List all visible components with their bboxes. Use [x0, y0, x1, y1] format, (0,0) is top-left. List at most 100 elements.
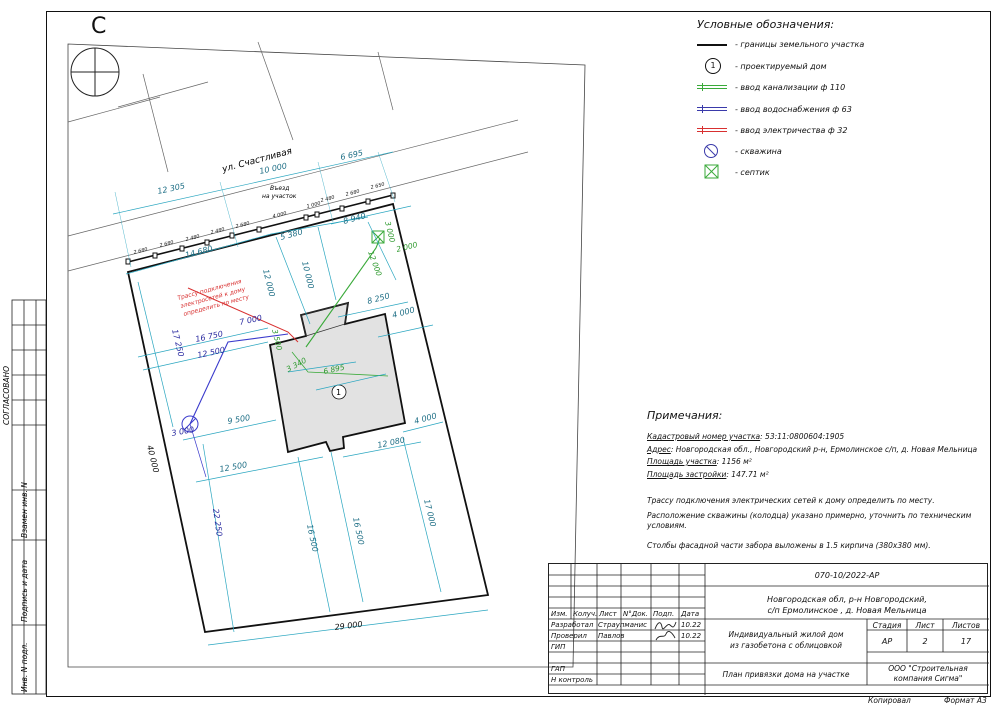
dim-6695: 6 695	[340, 148, 364, 162]
stamp-location-2: с/п Ермолинское , д. Новая Мельница	[767, 606, 927, 615]
dim-10000b: 10 000	[300, 260, 316, 289]
object-name-2: из газобетона с облицовкой	[730, 641, 842, 650]
side-stamp: СОГЛАСОВАНО Взамен инв. N Подпись и дата…	[2, 299, 47, 695]
format-label: Формат А3	[944, 696, 987, 705]
dim-bounds	[114, 151, 396, 268]
legend-item-well: - скважина	[697, 142, 782, 160]
inv-orig-label: Инв. N подл.	[20, 642, 29, 692]
house-number-circle-icon: 1	[697, 58, 729, 74]
stamp-code: 070-10/2022-АР	[814, 571, 880, 580]
dim-17250: 17 250	[170, 328, 186, 357]
stage-value: АР	[881, 637, 893, 646]
header-sheet: Лист	[915, 621, 935, 630]
notes-title: Примечания:	[647, 409, 723, 422]
area-label: Площадь участка	[647, 457, 717, 466]
address-value: : Новгородская обл., Новгородский р-н, Е…	[670, 444, 978, 454]
dim-16750: 16 750	[195, 329, 224, 344]
legend-item-boundary: - границы земельного участка	[697, 35, 864, 53]
fence-dim: 1 000	[306, 201, 321, 210]
dim-4000a: 4 000	[391, 305, 415, 320]
dim-9500: 9 500	[227, 413, 251, 426]
dim-12500b: 12 500	[219, 460, 248, 474]
role-checker: Проверил	[551, 632, 587, 640]
well-circle-icon	[697, 143, 729, 159]
sheet-value: 2	[922, 637, 928, 646]
role-ncontrol: Н контроль	[551, 676, 593, 684]
note-well: Расположение скважины (колодца) указано …	[647, 510, 972, 530]
dim-22250: 22 250	[211, 508, 224, 537]
house-outline	[268, 301, 407, 454]
legend-item-sewer: - ввод канализации ф 110	[697, 78, 845, 96]
fence-posts	[125, 192, 396, 265]
legend-item-house: 1 - проектируемый дом	[697, 57, 827, 75]
dim-16500b: 16 500	[351, 517, 366, 546]
dim-3000b: 3 000	[171, 425, 195, 438]
dim-12000a: 12 000	[261, 268, 277, 297]
dim-12000b: 12 000	[366, 250, 384, 278]
fence-dim: 2 480	[185, 234, 200, 243]
note-power: Трассу подключения электрических сетей к…	[647, 496, 935, 505]
copied-label: Копировал	[868, 696, 911, 705]
agreed-label: СОГЛАСОВАНО	[2, 366, 11, 425]
header-podp: Подп.	[653, 610, 675, 618]
date-developer: 10.22	[681, 621, 702, 629]
fence-dim: 2 480	[210, 227, 225, 236]
name-checker: Павлов	[598, 632, 625, 640]
dim-8250: 8 250	[366, 291, 390, 306]
dim-29000: 29 000	[334, 620, 363, 632]
building-area-label: Площадь застройки	[647, 469, 727, 479]
name-developer: Страупманис	[598, 621, 647, 629]
header-izm: Изм.	[551, 610, 568, 618]
drawing-name: План привязки дома на участке	[722, 670, 850, 679]
plot-boundary-line-icon	[697, 36, 729, 52]
fence-dim: 2 680	[235, 221, 250, 230]
dim-8940: 8 940	[342, 211, 366, 226]
header-data: Дата	[681, 610, 700, 618]
dim-4000b: 4 000	[413, 411, 437, 426]
header-koluch: Колуч.	[573, 610, 598, 618]
legend-item-water: - ввод водоснабжения ф 63	[697, 100, 852, 118]
area-value: : 1156 м²	[716, 457, 752, 466]
role-gap: ГАП	[551, 665, 565, 673]
cadastral-label: Кадастровый номер участка	[647, 432, 761, 441]
replaces-label: Взамен инв. N	[20, 482, 29, 538]
entry-label-1: Въезд	[270, 185, 289, 192]
dim-7000: 7 000	[239, 313, 263, 327]
sign-date-label: Подпись и дата	[20, 559, 29, 622]
signature-checker	[655, 631, 676, 641]
power-line-icon	[697, 122, 729, 138]
septic-box-icon	[697, 164, 729, 180]
dim-12305: 12 305	[157, 181, 186, 196]
dim-5380: 5 380	[279, 227, 303, 242]
address-label: Адрес	[647, 444, 671, 454]
dim-40000: 40 000	[145, 444, 161, 473]
header-ndok: N°Док.	[623, 610, 648, 618]
dim-3000a: 3 000	[383, 220, 397, 243]
north-symbol	[70, 47, 120, 97]
company-1: ООО "Строительная	[888, 664, 968, 673]
dim-12500a: 12 500	[197, 345, 226, 360]
role-developer: Разработал	[551, 621, 594, 629]
sheets-value: 17	[960, 637, 972, 646]
role-gip: ГИП	[551, 643, 566, 651]
fence-dim: 2 680	[345, 189, 360, 198]
house-number: 1	[336, 388, 341, 397]
header-list: Лист	[599, 610, 617, 618]
note-pillars: Столбы фасадной части забора выложены в …	[647, 540, 931, 550]
legend-title: Условные обозначения:	[697, 18, 835, 31]
entry-label-2: на участок	[262, 193, 297, 200]
fence-dim: 4 000	[272, 211, 287, 220]
dim-16500a: 16 500	[305, 524, 320, 553]
company-2: компания Сигма"	[893, 674, 963, 683]
legend-item-power: - ввод электричества ф 32	[697, 121, 847, 139]
object-name-1: Индивидуальный жилой дом	[728, 630, 844, 639]
header-stage: Стадия	[872, 621, 902, 630]
fence-dim: 2 680	[159, 240, 174, 249]
dim-2000: 2 000	[395, 240, 418, 254]
header-sheets: Листов	[951, 621, 980, 630]
notes-block: Кадастровый номер участка: 53:11:0800604…	[647, 431, 982, 552]
legend-item-septic: - септик	[697, 163, 770, 181]
building-area-value: : 147.71 м²	[726, 469, 769, 479]
water-line-icon	[697, 101, 729, 117]
title-block: 070-10/2022-АР Новгородская обл, р-н Нов…	[548, 563, 989, 695]
